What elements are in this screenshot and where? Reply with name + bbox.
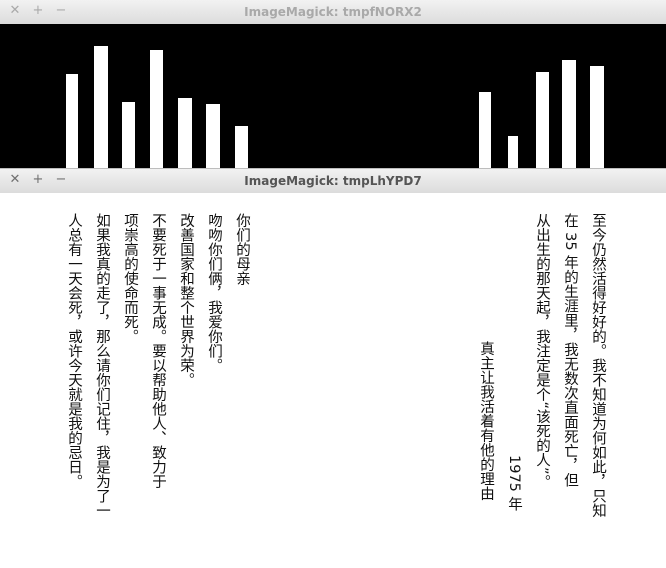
title-bar[interactable]: ✕ + − ImageMagick: tmpfNORX2: [0, 0, 666, 25]
image-canvas: [0, 24, 666, 168]
chapter-year: 1975 年: [506, 455, 522, 512]
foreground-window[interactable]: ✕ + − ImageMagick: tmpLhYPD7 人总有一天会死，或许今…: [0, 168, 666, 568]
chapter-line: 至今仍然活得好好的。我不知道为何如此，只知: [590, 213, 606, 518]
letter-line: 项崇高的使命而死。: [122, 213, 138, 344]
text-glyph-fragments: [66, 46, 604, 168]
chapter-line: 从出生的那天起，我注定是个“该死的人”。: [534, 213, 550, 490]
image-canvas: 人总有一天会死，或许今天就是我的忌日。 如果我真的走了，那么请你们记住，我是为了…: [0, 193, 666, 568]
window-title: ImageMagick: tmpfNORX2: [244, 5, 422, 19]
letter-signature: 你们的母亲: [234, 213, 250, 286]
window-title: ImageMagick: tmpLhYPD7: [244, 174, 422, 188]
chapter-title: 真主让我活着有他的理由: [478, 341, 494, 501]
letter-line: 吻吻你们俩，我爱你们。: [206, 213, 222, 373]
background-window[interactable]: ✕ + − ImageMagick: tmpfNORX2: [0, 0, 666, 168]
letter-line: 改善国家和整个世界为荣。: [178, 213, 194, 387]
letter-line: 人总有一天会死，或许今天就是我的忌日。: [66, 213, 82, 489]
chapter-line: 在 35 年的生涯里，我无数次直面死亡，但: [562, 213, 578, 488]
letter-line: 不要死于一事无成。要以帮助他人、致力于: [150, 213, 166, 489]
letter-line: 如果我真的走了，那么请你们记住，我是为了一: [94, 213, 110, 518]
image-content: [66, 46, 604, 168]
title-bar[interactable]: ✕ + − ImageMagick: tmpLhYPD7: [0, 169, 666, 194]
